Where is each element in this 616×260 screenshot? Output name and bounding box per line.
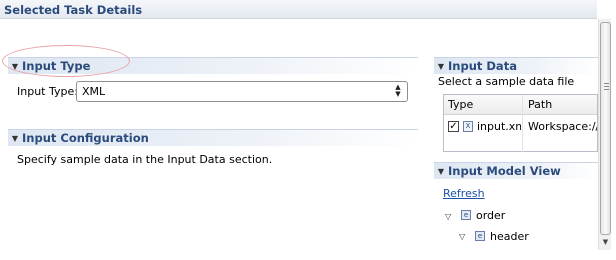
element-e-icon: e [475,231,485,241]
row-type-cell: input.xml [477,120,521,133]
triangle-down-icon[interactable]: ▼ [8,134,22,143]
tree-node-header[interactable]: header [490,230,529,243]
triangle-down-icon[interactable]: ▼ [434,167,448,176]
element-e-icon: e [461,210,471,220]
scrollbar-thumb[interactable] [600,22,611,235]
triangle-down-icon[interactable]: ▼ [434,62,448,71]
tree-expand-order-icon[interactable]: ▽ [445,212,451,221]
column-header-path[interactable]: Path [528,98,552,111]
xml-file-icon: X [463,121,473,132]
input-type-select-value: XML [82,85,106,98]
input-data-subtitle: Select a sample data file [438,75,575,88]
input-type-select[interactable]: XML ▲ ▼ [76,81,408,102]
input-configuration-text: Specify sample data in the Input Data se… [17,153,273,166]
scroll-down-icon[interactable]: ▼ [599,236,612,249]
row-checkbox[interactable]: ✓ [448,121,459,132]
input-type-label: Input Type: [17,85,78,98]
section-header-input-configuration[interactable]: ▼ Input Configuration [8,129,418,146]
input-data-table: Type Path ✓ X input.xml Workspace://x [443,94,598,152]
section-header-input-model-view[interactable]: ▼ Input Model View [434,162,598,179]
table-header: Type Path [444,95,597,115]
section-title-input-model-view: Input Model View [448,164,561,178]
section-header-input-data[interactable]: ▼ Input Data [434,57,598,74]
section-title-input-data: Input Data [448,59,517,73]
row-path-cell: Workspace://x [528,120,597,133]
vertical-scrollbar[interactable]: ▼ [598,19,611,250]
tree-expand-header-icon[interactable]: ▽ [459,232,465,241]
tree-node-order[interactable]: order [476,209,505,222]
refresh-link[interactable]: Refresh [443,187,485,200]
table-row[interactable]: ✓ X input.xml Workspace://x [444,117,597,137]
highlight-ellipse [2,45,130,77]
panel-title: Selected Task Details [0,0,597,19]
section-title-input-configuration: Input Configuration [22,131,149,145]
column-header-type[interactable]: Type [448,98,473,111]
combo-arrows-icon: ▲ ▼ [395,83,401,98]
